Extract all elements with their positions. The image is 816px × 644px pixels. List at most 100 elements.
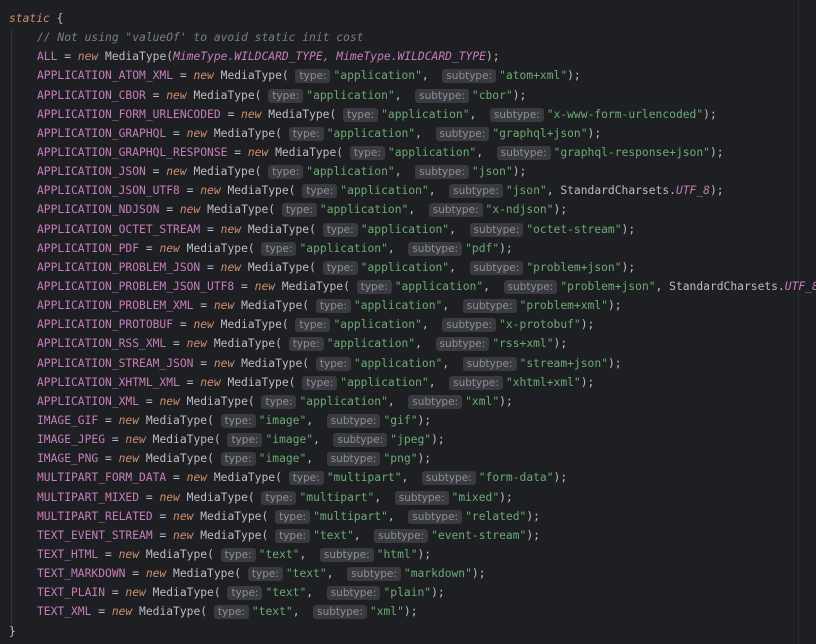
new-keyword: new: [186, 337, 208, 351]
class-name: MediaType: [247, 222, 310, 236]
type-param-hint: type:: [343, 107, 379, 122]
constant-name: APPLICATION_JSON: [37, 165, 146, 179]
subtype-param-hint: subtype:: [333, 433, 388, 448]
new-keyword: new: [220, 260, 242, 274]
subtype-string: "xml": [369, 605, 404, 619]
class-name: MediaType: [241, 356, 303, 370]
type-param-hint: type:: [268, 88, 304, 103]
new-keyword: new: [213, 356, 235, 370]
subtype-string: "octet-stream": [526, 222, 622, 236]
type-param-hint: type:: [322, 260, 358, 275]
code-editor[interactable]: static { // Not using "valueOf' to avoid…: [0, 0, 816, 644]
subtype-string: "problem+xml": [519, 299, 608, 313]
constant-name: APPLICATION_XHTML_XML: [37, 375, 180, 389]
type-param-hint: type:: [213, 605, 249, 620]
type-param-hint: type:: [268, 165, 304, 180]
code-line: APPLICATION_PROBLEM_JSON_UTF8 = new Medi…: [9, 277, 816, 296]
constant-name: MULTIPART_FORM_DATA: [37, 471, 167, 485]
type-string: "application": [306, 165, 395, 179]
type-string: "multipart": [326, 471, 402, 485]
subtype-param-hint: subtype:: [469, 260, 524, 275]
constant-name: APPLICATION_FORM_URLENCODED: [37, 107, 221, 121]
type-string: "application": [360, 260, 450, 274]
constant-name: APPLICATION_PROTOBUF: [37, 318, 174, 332]
code-line: APPLICATION_STREAM_JSON = new MediaType(…: [37, 356, 622, 371]
class-name: MediaType: [105, 50, 167, 64]
code-line: APPLICATION_PROBLEM_XML = new MediaType(…: [37, 299, 622, 314]
subtype-string: "x-protobuf": [499, 318, 581, 332]
code-area[interactable]: static { // Not using "valueOf' to avoid…: [9, 9, 816, 641]
type-param-hint: type:: [227, 586, 263, 601]
class-name: MediaType: [193, 88, 255, 102]
new-keyword: new: [125, 586, 146, 600]
type-string: "image": [258, 452, 307, 466]
subtype-param-hint: subtype:: [408, 241, 463, 256]
code-line-comment: // Not using "valueOf' to avoid static i…: [9, 28, 809, 47]
type-string: "text": [258, 547, 300, 561]
new-keyword: new: [193, 69, 214, 83]
subtype-string: "pdf": [465, 241, 500, 255]
new-keyword: new: [213, 299, 235, 313]
type-string: "application": [299, 394, 388, 408]
type-string: "multipart": [313, 509, 388, 523]
constant-name: MULTIPART_MIXED: [37, 490, 140, 504]
class-name: MediaType: [241, 299, 303, 313]
subtype-param-hint: subtype:: [435, 126, 490, 141]
type-param-hint: type:: [275, 509, 311, 524]
class-name: MediaType: [145, 547, 208, 561]
type-param-hint: type:: [220, 452, 256, 467]
constant-name: APPLICATION_ATOM_XML: [37, 69, 174, 83]
subtype-string: "form-data": [478, 471, 554, 485]
code-line: APPLICATION_XML = new MediaType( type: "a…: [37, 394, 513, 409]
constant-name: IMAGE_GIF: [37, 413, 99, 427]
new-keyword: new: [200, 184, 221, 198]
code-line: APPLICATION_GRAPHQL_RESPONSE = new Media…: [37, 145, 724, 160]
code-line: IMAGE_GIF = new MediaType( type: "image",…: [37, 413, 432, 428]
new-keyword: new: [173, 509, 194, 523]
type-string: "image": [258, 413, 307, 427]
class-name: MediaType: [186, 394, 248, 408]
code-line: IMAGE_JPEG = new MediaType( type: "image"…: [37, 433, 445, 448]
subtype-param-hint: subtype:: [313, 605, 367, 620]
new-keyword: new: [220, 222, 242, 236]
code-line: MULTIPART_MIXED = new MediaType( type: "m…: [37, 490, 513, 505]
new-keyword: new: [111, 605, 133, 619]
class-name: MediaType: [173, 567, 235, 581]
code-line: MULTIPART_FORM_DATA = new MediaType( typ…: [37, 471, 568, 486]
subtype-string: "problem+json": [526, 260, 622, 274]
code-line: APPLICATION_ATOM_XML = new MediaType( ty…: [37, 69, 581, 84]
code-line: APPLICATION_CBOR = new MediaType( type: "…: [37, 88, 527, 103]
constant-name: APPLICATION_GRAPHQL: [37, 126, 167, 140]
constant-name: TEXT_EVENT_STREAM: [37, 528, 153, 542]
subtype-param-hint: subtype:: [326, 413, 381, 428]
new-keyword: new: [200, 375, 221, 389]
constant-name: TEXT_PLAIN: [37, 586, 106, 600]
subtype-string: "xhtml+xml": [505, 375, 581, 389]
new-keyword: new: [193, 318, 214, 332]
subtype-string: "graphql+json": [492, 126, 588, 140]
type-string: "application": [326, 126, 416, 140]
type-param-hint: type:: [315, 299, 351, 314]
subtype-string: "xml": [465, 394, 500, 408]
type-string: "application": [381, 107, 470, 121]
subtype-param-hint: subtype:: [428, 203, 483, 218]
code-line: APPLICATION_NDJSON = new MediaType( type…: [37, 203, 568, 218]
type-param-hint: type:: [288, 471, 324, 486]
subtype-param-hint: subtype:: [326, 586, 381, 601]
charset-field: UTF_8: [784, 279, 816, 293]
new-keyword: new: [166, 165, 187, 179]
class-name: MediaType: [227, 184, 289, 198]
constant-name: APPLICATION_XML: [37, 394, 140, 408]
subtype-string: "json": [471, 165, 513, 179]
class-name: MediaType: [139, 605, 201, 619]
subtype-string: "atom+xml": [499, 69, 568, 83]
charset-field: UTF_8: [675, 184, 710, 198]
new-keyword: new: [118, 452, 140, 466]
subtype-string: "rss+xml": [492, 337, 554, 351]
subtype-string: "jpeg": [390, 433, 432, 447]
type-string: "application": [299, 241, 388, 255]
subtype-param-hint: subtype:: [347, 567, 401, 582]
open-brace: {: [56, 12, 64, 25]
type-string: "text": [285, 567, 327, 581]
subtype-param-hint: subtype:: [394, 490, 449, 505]
